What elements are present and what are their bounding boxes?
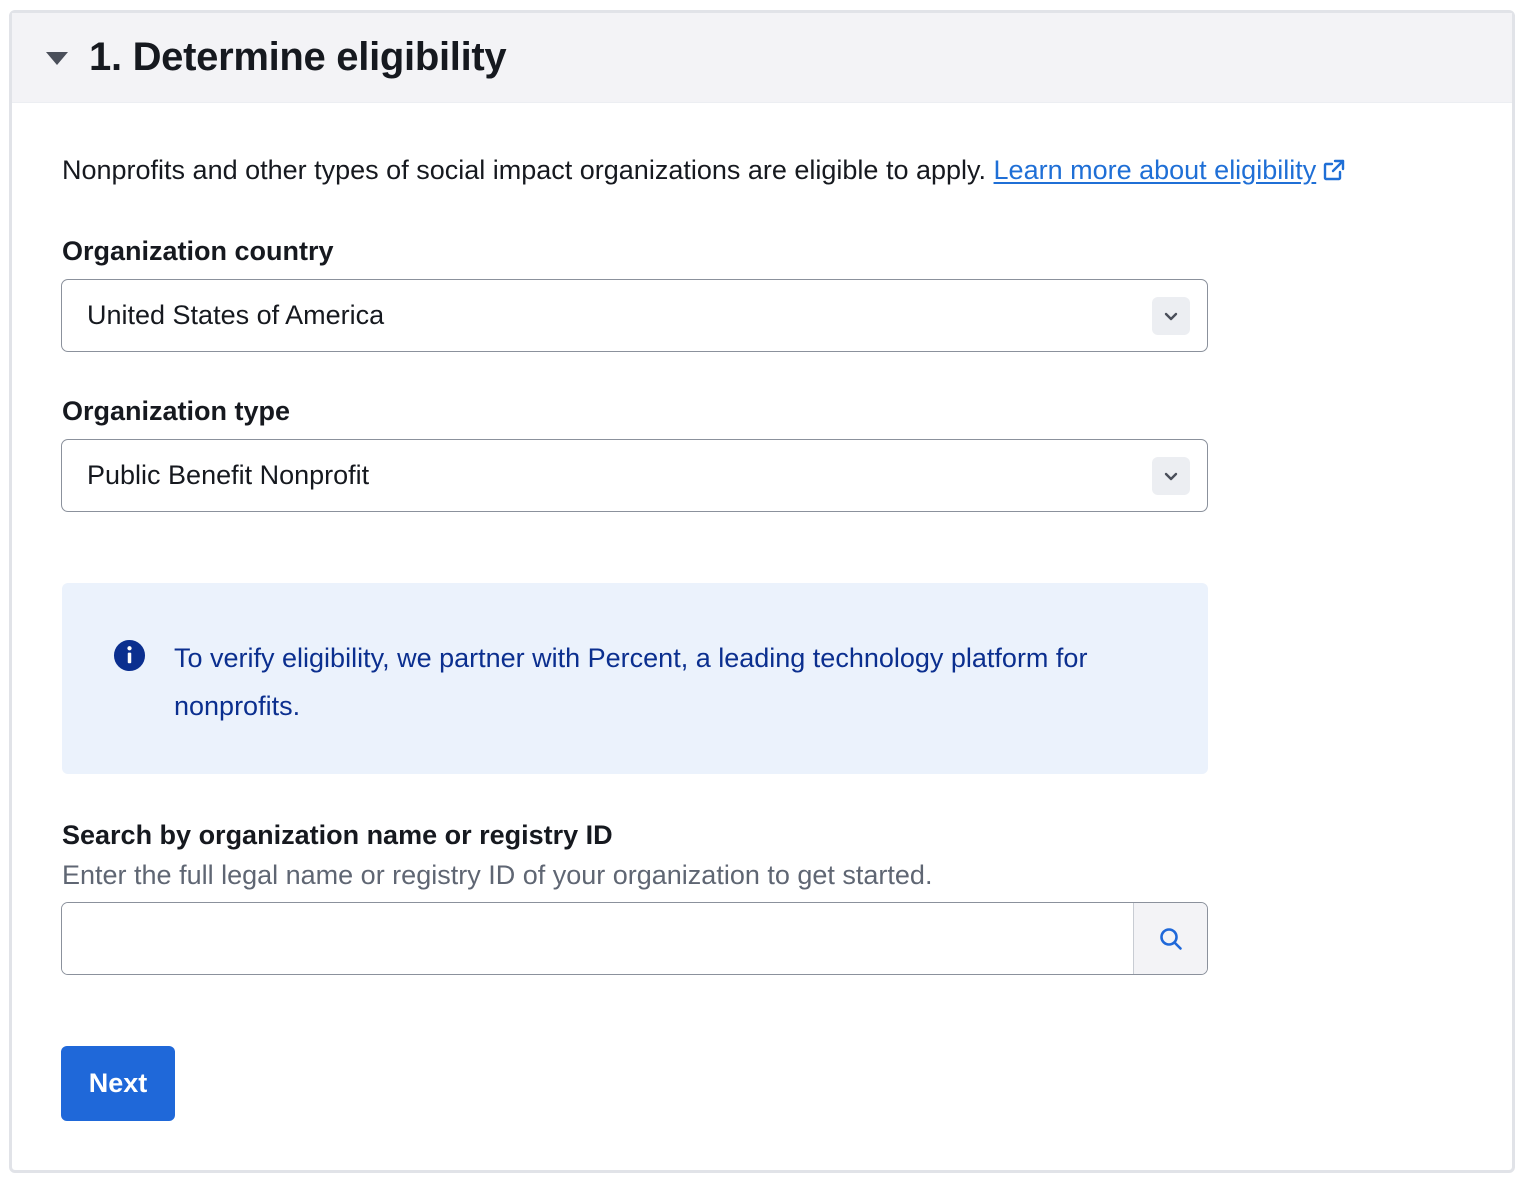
external-link-icon[interactable]: [1322, 158, 1346, 182]
chevron-down-icon[interactable]: [1152, 297, 1190, 335]
org-type-label: Organization type: [62, 396, 291, 426]
search-button[interactable]: [1133, 903, 1207, 974]
next-button[interactable]: Next: [61, 1046, 175, 1121]
country-label: Organization country: [62, 236, 334, 266]
search-help-text: Enter the full legal name or registry ID…: [62, 860, 933, 890]
eligibility-link[interactable]: Learn more about eligibility: [994, 155, 1317, 185]
intro-sentence: Nonprofits and other types of social imp…: [62, 155, 987, 185]
caret-down-icon[interactable]: [46, 52, 68, 65]
info-alert: To verify eligibility, we partner with P…: [62, 583, 1208, 774]
organization-search: [61, 902, 1208, 975]
intro-text: Nonprofits and other types of social imp…: [62, 155, 1346, 186]
org-type-select[interactable]: Public Benefit Nonprofit: [61, 439, 1208, 512]
country-value: United States of America: [87, 300, 385, 330]
country-select[interactable]: United States of America: [61, 279, 1208, 352]
search-icon: [1159, 927, 1182, 950]
chevron-down-icon[interactable]: [1152, 457, 1190, 495]
search-input[interactable]: [62, 903, 1133, 974]
info-icon: [113, 639, 146, 672]
org-type-value: Public Benefit Nonprofit: [87, 460, 370, 490]
info-text: To verify eligibility, we partner with P…: [174, 643, 1088, 721]
section-title: 1. Determine eligibility: [89, 35, 507, 79]
eligibility-panel: 1. Determine eligibility Nonprofits and …: [9, 10, 1515, 1173]
eligibility-link-label: Learn more about eligibility: [993, 155, 1317, 185]
search-label: Search by organization name or registry …: [62, 820, 613, 850]
section-header[interactable]: 1. Determine eligibility: [12, 13, 1512, 103]
